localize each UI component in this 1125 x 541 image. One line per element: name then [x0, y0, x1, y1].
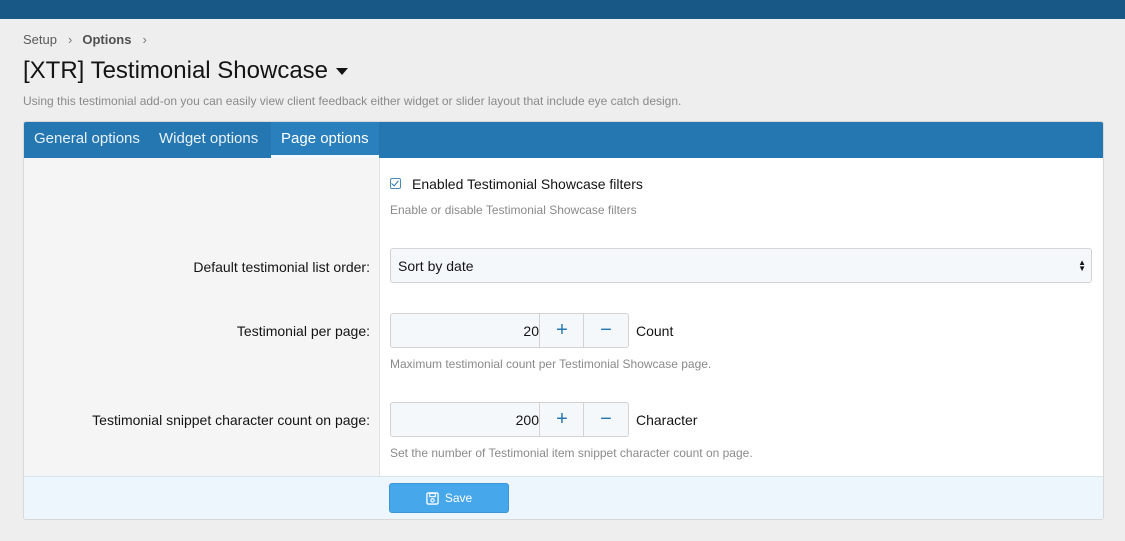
form-footer: Save — [24, 476, 1103, 519]
decrement-button[interactable]: − — [583, 403, 628, 436]
per-page-stepper: 20 + − — [390, 313, 629, 348]
tab-general-options[interactable]: General options — [24, 122, 150, 158]
top-bar — [0, 0, 1125, 19]
per-page-unit: Count — [636, 323, 674, 339]
per-page-label: Testimonial per page: — [236, 323, 370, 339]
floppy-disk-icon — [426, 491, 439, 505]
breadcrumb-item-options[interactable]: Options — [82, 32, 131, 47]
tab-bar: General options Widget options Page opti… — [24, 122, 1103, 158]
page-title[interactable]: [XTR] Testimonial Showcase — [23, 57, 349, 85]
order-label: Default testimonial list order: — [193, 259, 370, 275]
tab-widget-options[interactable]: Widget options — [149, 122, 268, 158]
caret-down-icon[interactable] — [336, 67, 349, 75]
snippet-stepper: 200 + − — [390, 402, 629, 437]
checkmark-icon — [391, 178, 399, 187]
options-panel: General options Widget options Page opti… — [23, 121, 1104, 520]
breadcrumb: Setup › Options › — [23, 32, 157, 47]
order-select-value: Sort by date — [398, 258, 474, 274]
order-select[interactable]: Sort by date ▲ ▼ — [390, 248, 1092, 283]
filters-checkbox-label[interactable]: Enabled Testimonial Showcase filters — [412, 176, 643, 192]
snippet-input[interactable]: 200 — [516, 412, 539, 428]
save-button-label: Save — [444, 491, 473, 505]
snippet-hint: Set the number of Testimonial item snipp… — [390, 446, 753, 460]
page-title-text: [XTR] Testimonial Showcase — [23, 57, 329, 84]
form-label-column — [24, 158, 380, 476]
per-page-input[interactable]: 20 — [523, 323, 539, 339]
snippet-label: Testimonial snippet character count on p… — [92, 412, 370, 428]
save-button[interactable]: Save — [389, 483, 509, 513]
increment-button[interactable]: + — [539, 403, 584, 436]
tab-page-options[interactable]: Page options — [271, 122, 379, 158]
filters-hint: Enable or disable Testimonial Showcase f… — [390, 203, 637, 217]
page-description: Using this testimonial add-on you can ea… — [23, 94, 682, 108]
increment-button[interactable]: + — [539, 314, 584, 347]
select-arrows-icon: ▲ ▼ — [1078, 258, 1086, 273]
chevron-right-icon: › — [67, 32, 73, 47]
decrement-button[interactable]: − — [583, 314, 628, 347]
chevron-right-icon: › — [142, 32, 147, 47]
per-page-hint: Maximum testimonial count per Testimonia… — [390, 357, 712, 371]
breadcrumb-item-setup[interactable]: Setup — [23, 32, 57, 47]
filters-checkbox[interactable] — [390, 178, 401, 189]
snippet-unit: Character — [636, 412, 698, 428]
